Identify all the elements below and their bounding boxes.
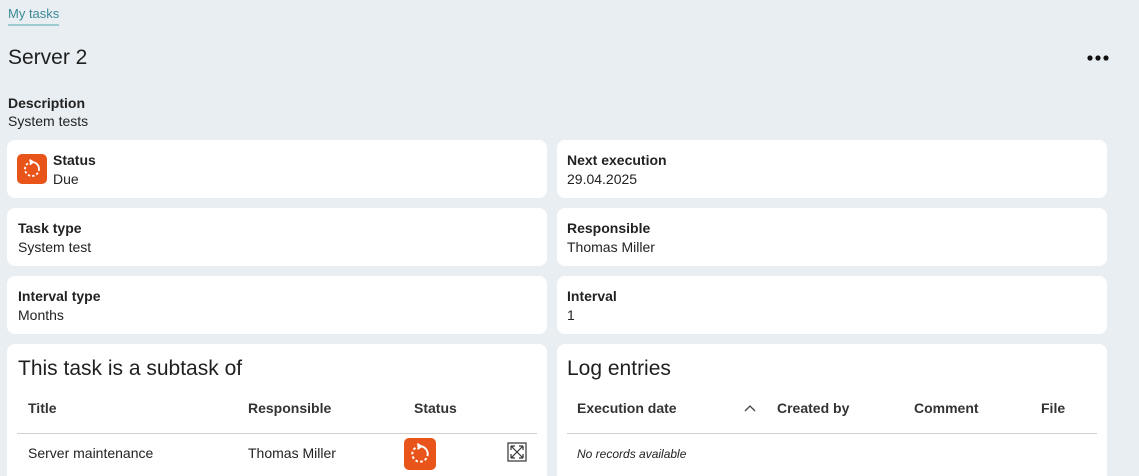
column-header-created-by[interactable]: Created by	[777, 400, 849, 416]
responsible-value: Thomas Miller	[567, 239, 655, 255]
responsible-field: Responsible Thomas Miller	[567, 220, 655, 255]
empty-state-text: No records available	[577, 447, 687, 461]
log-entries-section: Log entries Execution date Created by Co…	[557, 344, 1107, 476]
expand-icon[interactable]	[507, 442, 527, 462]
description-value: System tests	[8, 113, 89, 129]
column-header-comment[interactable]: Comment	[914, 400, 979, 416]
next-execution-value: 29.04.2025	[567, 171, 638, 187]
more-options-button[interactable]	[1084, 46, 1112, 70]
task-type-card: Task type System test	[7, 208, 547, 266]
next-execution-card: Next execution 29.04.2025	[557, 140, 1107, 198]
description-label: Description	[8, 95, 86, 111]
table-divider	[17, 433, 537, 434]
column-header-file[interactable]: File	[1041, 400, 1065, 416]
responsible-label: Responsible	[567, 220, 651, 236]
interval-card: Interval 1	[557, 276, 1107, 334]
status-card: Status Due	[7, 140, 547, 198]
breadcrumb-my-tasks[interactable]: My tasks	[8, 6, 60, 26]
interval-field: Interval 1	[567, 288, 617, 323]
row-title[interactable]: Server maintenance	[28, 445, 153, 461]
task-type-label: Task type	[18, 220, 82, 236]
interval-label: Interval	[567, 288, 617, 304]
column-header-execution-date[interactable]: Execution date	[577, 400, 677, 416]
column-header-responsible[interactable]: Responsible	[248, 400, 331, 416]
row-responsible: Thomas Miller	[248, 445, 336, 461]
interval-type-field: Interval type Months	[18, 288, 100, 323]
task-type-field: Task type System test	[18, 220, 91, 255]
more-horizontal-icon	[1087, 55, 1109, 61]
responsible-card: Responsible Thomas Miller	[557, 208, 1107, 266]
subtask-section: This task is a subtask of Title Responsi…	[7, 344, 547, 476]
interval-value: 1	[567, 307, 575, 323]
task-type-value: System test	[18, 239, 92, 255]
next-execution-label: Next execution	[567, 152, 667, 168]
chevron-up-icon[interactable]	[743, 402, 757, 414]
interval-type-value: Months	[18, 307, 64, 323]
status-value: Due	[53, 171, 79, 187]
column-header-status[interactable]: Status	[414, 400, 457, 416]
page-title: Server 2	[8, 46, 88, 69]
table-divider	[567, 433, 1097, 434]
status-label: Status	[53, 152, 96, 168]
next-execution-field: Next execution 29.04.2025	[567, 152, 667, 187]
log-entries-title: Log entries	[567, 357, 671, 380]
interval-type-card: Interval type Months	[7, 276, 547, 334]
interval-type-label: Interval type	[18, 288, 101, 304]
status-refresh-icon	[17, 154, 47, 184]
subtask-section-title: This task is a subtask of	[18, 357, 243, 380]
row-status-refresh-icon[interactable]	[404, 438, 436, 470]
column-header-title[interactable]: Title	[28, 400, 57, 416]
status-field: Status Due	[53, 152, 96, 187]
